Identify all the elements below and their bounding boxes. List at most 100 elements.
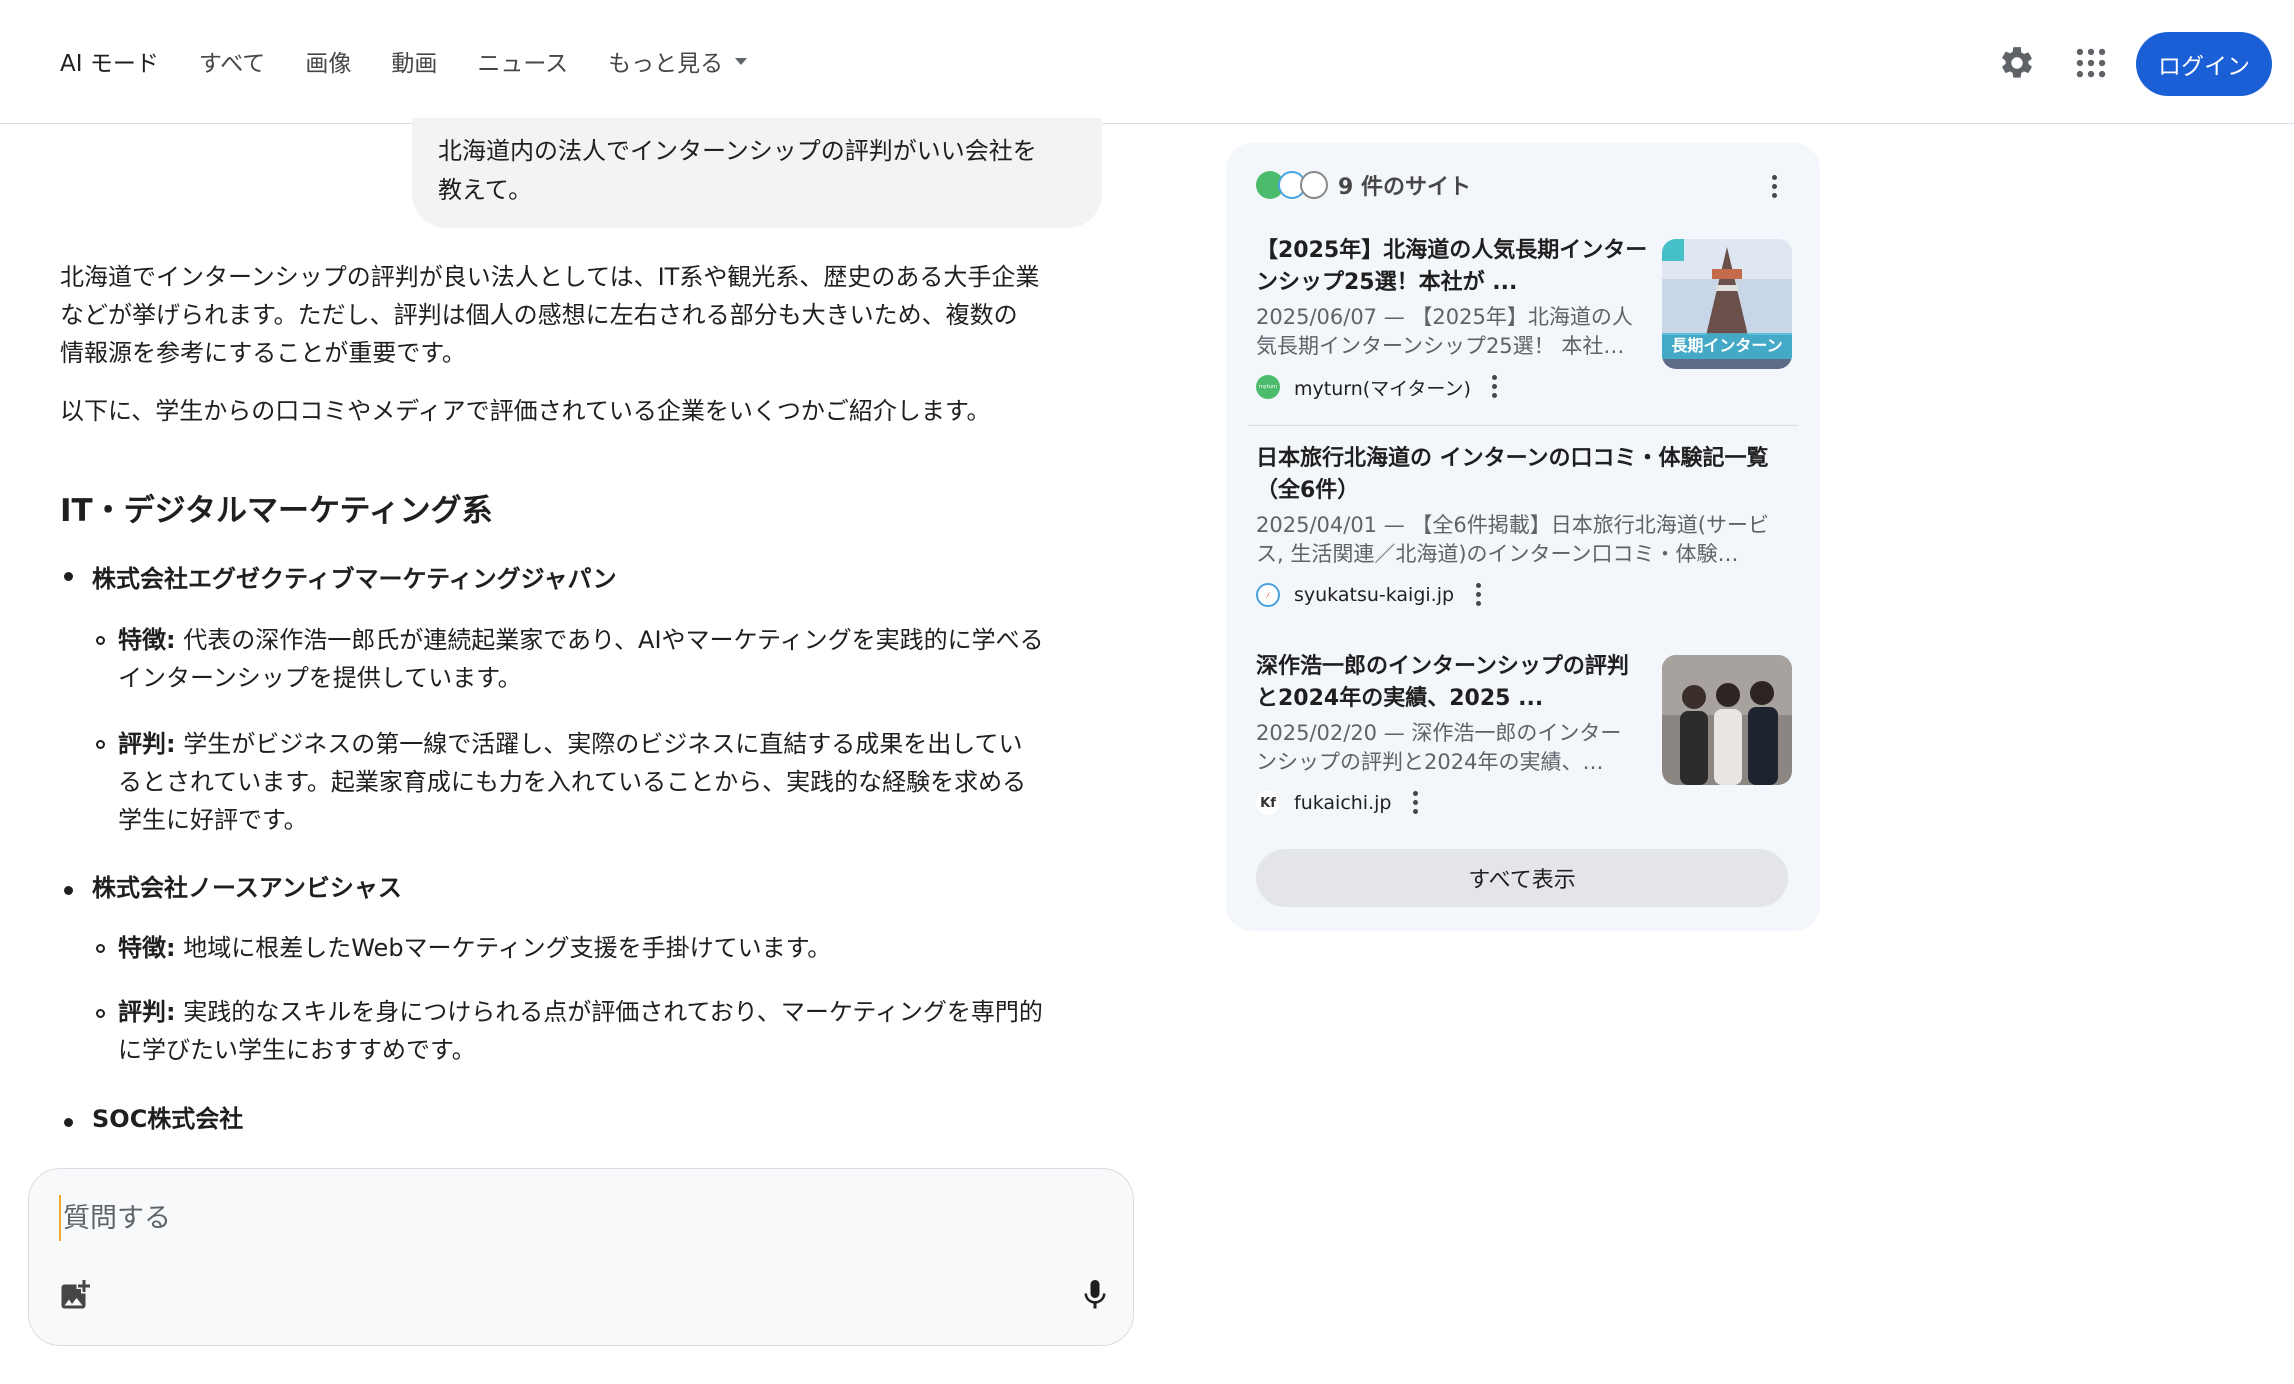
source-title-line: 日本旅行北海道の インターンの口コミ・体験記一覧: [1256, 446, 1769, 471]
review-label: 評判:: [118, 730, 176, 758]
feature-text: 地域に根差したWebマーケティング支援を手掛けています。: [175, 934, 832, 962]
source-title-line: （全6件）: [1256, 478, 1360, 503]
source-thumbnail[interactable]: 長期インターン: [1662, 239, 1792, 369]
company-name: 株式会社ノースアンビシャス: [92, 874, 402, 902]
more-options-icon[interactable]: [1411, 789, 1419, 817]
source-snippet-line: 2025/06/07 — 【2025年】北海道の人: [1256, 305, 1633, 329]
tab-news[interactable]: ニュース: [477, 44, 568, 78]
user-query-line: 北海道内の法人でインターンシップの評判がいい会社を: [438, 137, 1037, 165]
answer-intro-line: などが挙げられます。ただし、評判は個人の感想に左右される部分も大きいため、複数の: [60, 301, 1018, 329]
tab-all[interactable]: すべて: [199, 44, 265, 78]
people-photo-icon: [1662, 655, 1792, 785]
sub-bullet-icon: [96, 636, 105, 645]
source-title-line: ンシップ25選！本社が ...: [1256, 270, 1518, 295]
bullet-icon: [64, 572, 73, 581]
source-title-line: 深作浩一郎のインターンシップの評判: [1256, 654, 1629, 679]
source-snippet: 2025/04/01 — 【全6件掲載】日本旅行北海道(サービ ス, 生活関連／…: [1256, 511, 1792, 569]
tab-more-label: もっと見る: [608, 51, 724, 77]
compass-favicon-icon: [1256, 583, 1280, 607]
company-feature: 特徴: 代表の深作浩一郎氏が連続起業家であり、AIやマーケティングを実践的に学べ…: [118, 621, 1108, 697]
source-title[interactable]: 日本旅行北海道の インターンの口コミ・体験記一覧 （全6件）: [1256, 443, 1792, 507]
section-heading: IT・デジタルマーケティング系: [60, 493, 493, 529]
bullet-icon: [64, 1118, 73, 1127]
more-options-icon[interactable]: [1770, 173, 1778, 201]
thumbnail-caption: 長期インターン: [1662, 333, 1792, 359]
source-snippet-line: ンシップの評判と2024年の実績、…: [1256, 750, 1604, 774]
compass-needle-icon: [1266, 591, 1270, 599]
top-header: AI モード すべて 画像 動画 ニュース もっと見る ログイン: [0, 0, 2294, 124]
review-text: 学生がビジネスの第一線で活躍し、実際のビジネスに直結する成果を出してい: [175, 730, 1023, 758]
source-snippet-line: 2025/02/20 — 深作浩一郎のインター: [1256, 721, 1622, 745]
company-review: 評判: 実践的なスキルを身につけられる点が評価されており、マーケティングを専門的…: [118, 993, 1108, 1069]
source-site: myturn myturn(マイターン): [1256, 373, 1648, 401]
tab-ai-mode[interactable]: AI モード: [60, 44, 159, 78]
company-review: 評判: 学生がビジネスの第一線で活躍し、実際のビジネスに直結する成果を出してい …: [118, 725, 1108, 839]
answer-intro: 北海道でインターンシップの評判が良い法人としては、IT系や観光系、歴史のある大手…: [60, 258, 1110, 372]
answer-intro-line: 情報源を参考にすることが重要です。: [60, 339, 466, 367]
source-site-name: myturn(マイターン): [1294, 377, 1471, 400]
ai-answer: 北海道でインターンシップの評判が良い法人としては、IT系や観光系、歴史のある大手…: [60, 258, 1110, 430]
user-query-bubble: 北海道内の法人でインターンシップの評判がいい会社を 教えて。: [412, 118, 1102, 228]
favicon-text: Kf: [1260, 795, 1276, 811]
myturn-favicon-icon: myturn: [1256, 375, 1280, 399]
source-snippet: 2025/02/20 — 深作浩一郎のインター ンシップの評判と2024年の実績…: [1256, 719, 1648, 777]
fukaichi-favicon-icon: [1300, 171, 1328, 199]
review-text: 学生に好評です。: [118, 806, 308, 834]
source-site: Kf fukaichi.jp: [1256, 789, 1648, 817]
review-text: るとされています。起業家育成にも力を入れていることから、実践的な経験を求める: [118, 768, 1027, 796]
feature-label: 特徴:: [118, 934, 176, 962]
source-site-name: syukatsu-kaigi.jp: [1294, 584, 1455, 606]
login-button[interactable]: ログイン: [2136, 32, 2272, 96]
source-snippet: 2025/06/07 — 【2025年】北海道の人 気長期インターンシップ25選…: [1256, 303, 1648, 361]
add-image-icon[interactable]: [57, 1277, 93, 1313]
source-title-line: と2024年の実績、2025 ...: [1256, 686, 1544, 711]
search-mode-tabs: AI モード すべて 画像 動画 ニュース もっと見る: [60, 44, 787, 78]
favicon-text: myturn: [1258, 384, 1278, 390]
sub-bullet-icon: [96, 740, 105, 749]
tab-videos[interactable]: 動画: [391, 44, 437, 78]
answer-intro-line: 北海道でインターンシップの評判が良い法人としては、IT系や観光系、歴史のある大手…: [60, 263, 1040, 291]
source-snippet-line: 2025/04/01 — 【全6件掲載】日本旅行北海道(サービ: [1256, 513, 1769, 537]
source-title-line: 【2025年】北海道の人気長期インター: [1256, 238, 1648, 263]
source-snippet-line: 気長期インターンシップ25選！ 本社…: [1256, 334, 1625, 358]
review-text: に学びたい学生におすすめです。: [118, 1036, 476, 1064]
sources-panel: 9 件のサイト 【2025年】北海道の人気長期インター ンシップ25選！本社が …: [1226, 143, 1820, 931]
source-title[interactable]: 深作浩一郎のインターンシップの評判 と2024年の実績、2025 ...: [1256, 651, 1648, 715]
mic-icon[interactable]: [1077, 1277, 1113, 1313]
company-feature: 特徴: 地域に根差したWebマーケティング支援を手掛けています。: [118, 929, 1108, 967]
source-card[interactable]: 日本旅行北海道の インターンの口コミ・体験記一覧 （全6件） 2025/04/0…: [1256, 443, 1792, 609]
feature-text: 代表の深作浩一郎氏が連続起業家であり、AIやマーケティングを実践的に学べる: [175, 626, 1044, 654]
answer-intro-2: 以下に、学生からの口コミやメディアで評価されている企業をいくつかご紹介します。: [60, 397, 991, 425]
settings-icon[interactable]: [1998, 44, 2036, 82]
source-card[interactable]: 【2025年】北海道の人気長期インター ンシップ25選！本社が ... 2025…: [1256, 235, 1792, 401]
user-query-line: 教えて。: [438, 176, 533, 204]
show-all-button[interactable]: すべて表示: [1256, 849, 1788, 907]
prompt-input[interactable]: [59, 1195, 965, 1241]
source-thumbnail[interactable]: [1662, 655, 1792, 785]
review-text: 実践的なスキルを身につけられる点が評価されており、マーケティングを専門的: [175, 998, 1043, 1026]
sources-count: 9 件のサイト: [1338, 175, 1471, 200]
more-options-icon[interactable]: [1491, 373, 1499, 401]
feature-text: インターンシップを提供しています。: [118, 664, 522, 692]
more-options-icon[interactable]: [1474, 581, 1482, 609]
divider: [1248, 425, 1798, 426]
source-site: syukatsu-kaigi.jp: [1256, 581, 1792, 609]
company-name: SOC株式会社: [92, 1105, 244, 1133]
tab-more[interactable]: もっと見る: [608, 44, 748, 78]
caret-down-icon: [735, 57, 748, 65]
source-site-name: fukaichi.jp: [1294, 792, 1392, 814]
sources-header: 9 件のサイト: [1256, 169, 1471, 201]
source-title[interactable]: 【2025年】北海道の人気長期インター ンシップ25選！本社が ...: [1256, 235, 1648, 299]
review-label: 評判:: [118, 998, 176, 1026]
bullet-icon: [64, 886, 73, 895]
source-snippet-line: ス, 生活関連／北海道)のインターン口コミ・体験…: [1256, 542, 1739, 566]
apps-grid-icon[interactable]: [2072, 44, 2110, 82]
company-name: 株式会社エグゼクティブマーケティングジャパン: [92, 565, 617, 593]
fukaichi-favicon-icon: Kf: [1256, 791, 1280, 815]
source-card[interactable]: 深作浩一郎のインターンシップの評判 と2024年の実績、2025 ... 202…: [1256, 651, 1792, 817]
sub-bullet-icon: [96, 1009, 105, 1018]
prompt-box: [28, 1168, 1134, 1346]
tab-images[interactable]: 画像: [305, 44, 351, 78]
sub-bullet-icon: [96, 944, 105, 953]
feature-label: 特徴:: [118, 626, 176, 654]
